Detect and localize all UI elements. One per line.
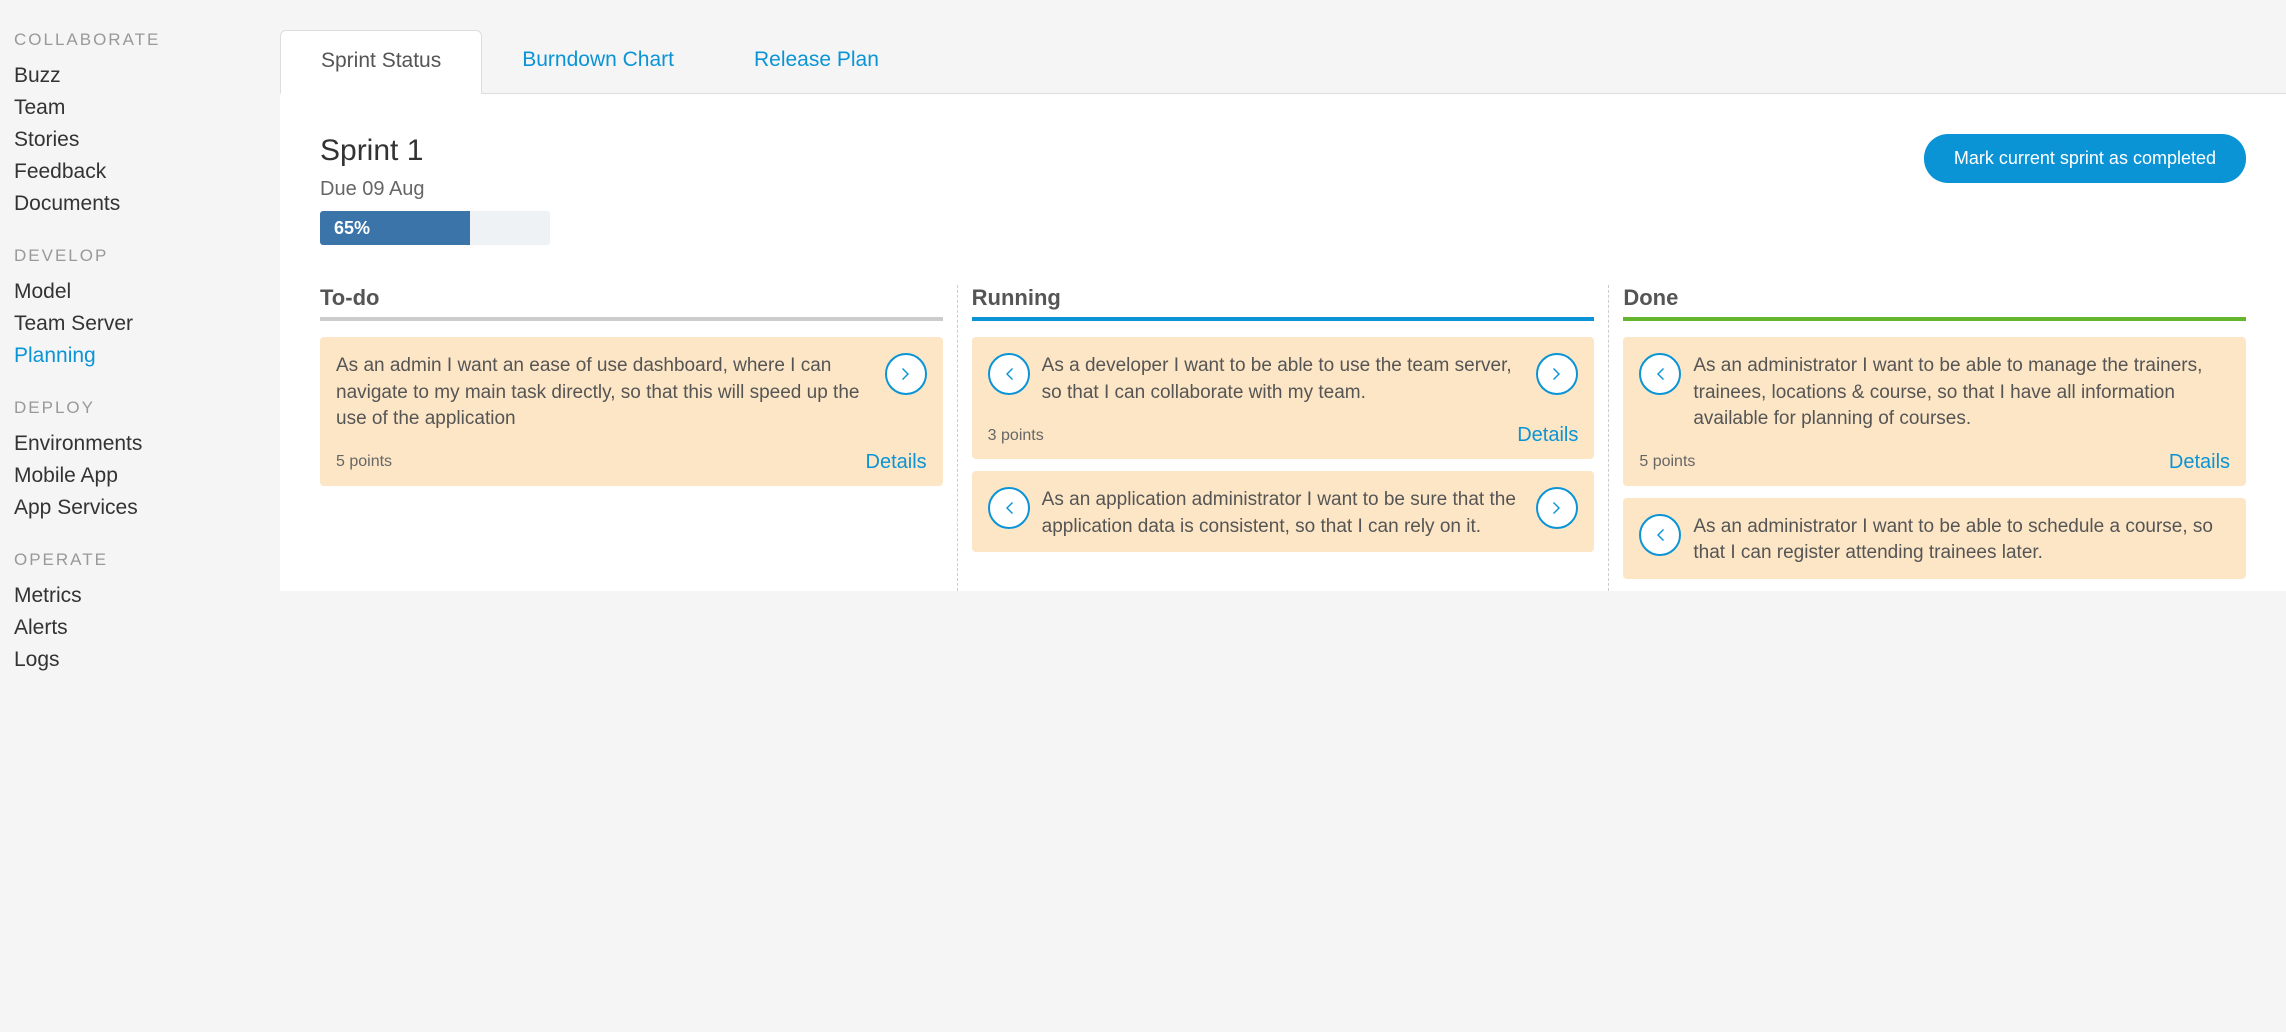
card-top: As a developer I want to be able to use …: [988, 353, 1579, 406]
sidebar-item-app-services[interactable]: App Services: [14, 492, 280, 524]
move-left-button[interactable]: [988, 353, 1030, 395]
sidebar-item-metrics[interactable]: Metrics: [14, 580, 280, 612]
sidebar-item-alerts[interactable]: Alerts: [14, 612, 280, 644]
details-link[interactable]: Details: [2169, 451, 2230, 474]
story-text: As an administrator I want to be able to…: [1693, 353, 2230, 433]
sidebar-section: DEPLOY EnvironmentsMobile AppApp Services: [14, 398, 280, 524]
sidebar-section-title: DEVELOP: [14, 246, 280, 266]
chevron-left-icon: [1654, 367, 1666, 381]
details-link[interactable]: Details: [1517, 424, 1578, 447]
move-left-button[interactable]: [988, 487, 1030, 529]
card-top: As an administrator I want to be able to…: [1639, 514, 2230, 567]
sidebar-section: OPERATE MetricsAlertsLogs: [14, 550, 280, 676]
story-text: As an admin I want an ease of use dashbo…: [336, 353, 873, 433]
tab-release-plan[interactable]: Release Plan: [714, 30, 919, 93]
column-title: Running: [972, 285, 1595, 321]
story-text: As an administrator I want to be able to…: [1693, 514, 2230, 567]
sprint-header: Sprint 1 Due 09 Aug 65% Mark current spr…: [320, 134, 2246, 245]
column-running: Running As a developer I want to be able …: [958, 285, 1610, 591]
move-left-button[interactable]: [1639, 353, 1681, 395]
sidebar-item-feedback[interactable]: Feedback: [14, 156, 280, 188]
story-card[interactable]: As an admin I want an ease of use dashbo…: [320, 337, 943, 486]
story-points: 3 points: [988, 427, 1044, 445]
column-done: Done As an administrator I want to be abl…: [1609, 285, 2246, 591]
story-text: As a developer I want to be able to use …: [1042, 353, 1525, 406]
sidebar-item-model[interactable]: Model: [14, 276, 280, 308]
content: Sprint 1 Due 09 Aug 65% Mark current spr…: [280, 94, 2286, 591]
sidebar-section-title: DEPLOY: [14, 398, 280, 418]
story-points: 5 points: [1639, 453, 1695, 471]
progress-bar-fill: 65%: [320, 211, 470, 245]
sidebar: COLLABORATE BuzzTeamStoriesFeedbackDocume…: [0, 0, 280, 1032]
card-top: As an administrator I want to be able to…: [1639, 353, 2230, 433]
sidebar-item-mobile-app[interactable]: Mobile App: [14, 460, 280, 492]
story-card[interactable]: As an administrator I want to be able to…: [1623, 337, 2246, 486]
column-to-do: To-do As an admin I want an ease of use d…: [320, 285, 958, 591]
chevron-left-icon: [1003, 367, 1015, 381]
story-card[interactable]: As a developer I want to be able to use …: [972, 337, 1595, 459]
mark-complete-button[interactable]: Mark current sprint as completed: [1924, 134, 2246, 183]
sidebar-item-environments[interactable]: Environments: [14, 428, 280, 460]
card-footer: 5 points Details: [336, 451, 927, 474]
chevron-left-icon: [1654, 528, 1666, 542]
board: To-do As an admin I want an ease of use d…: [320, 285, 2246, 591]
sidebar-item-buzz[interactable]: Buzz: [14, 60, 280, 92]
story-card[interactable]: As an application administrator I want t…: [972, 471, 1595, 552]
sprint-due: Due 09 Aug: [320, 178, 550, 201]
column-title: Done: [1623, 285, 2246, 321]
sidebar-item-planning[interactable]: Planning: [14, 340, 280, 372]
card-top: As an application administrator I want t…: [988, 487, 1579, 540]
chevron-right-icon: [900, 367, 912, 381]
sidebar-section-title: COLLABORATE: [14, 30, 280, 50]
sidebar-item-stories[interactable]: Stories: [14, 124, 280, 156]
card-top: As an admin I want an ease of use dashbo…: [336, 353, 927, 433]
chevron-right-icon: [1551, 501, 1563, 515]
card-footer: 5 points Details: [1639, 451, 2230, 474]
tab-burndown-chart[interactable]: Burndown Chart: [482, 30, 714, 93]
sprint-title: Sprint 1: [320, 134, 550, 168]
sidebar-item-documents[interactable]: Documents: [14, 188, 280, 220]
move-left-button[interactable]: [1639, 514, 1681, 556]
story-card[interactable]: As an administrator I want to be able to…: [1623, 498, 2246, 579]
sidebar-section-title: OPERATE: [14, 550, 280, 570]
move-right-button[interactable]: [1536, 487, 1578, 529]
progress-bar: 65%: [320, 211, 550, 245]
chevron-right-icon: [1551, 367, 1563, 381]
tab-sprint-status[interactable]: Sprint Status: [280, 30, 482, 94]
move-right-button[interactable]: [1536, 353, 1578, 395]
story-points: 5 points: [336, 453, 392, 471]
sidebar-item-logs[interactable]: Logs: [14, 644, 280, 676]
card-footer: 3 points Details: [988, 424, 1579, 447]
details-link[interactable]: Details: [866, 451, 927, 474]
chevron-left-icon: [1003, 501, 1015, 515]
tabs: Sprint StatusBurndown ChartRelease Plan: [280, 0, 2286, 94]
column-title: To-do: [320, 285, 943, 321]
sidebar-item-team[interactable]: Team: [14, 92, 280, 124]
move-right-button[interactable]: [885, 353, 927, 395]
sidebar-section: COLLABORATE BuzzTeamStoriesFeedbackDocume…: [14, 30, 280, 220]
main: Sprint StatusBurndown ChartRelease Plan …: [280, 0, 2286, 1032]
story-text: As an application administrator I want t…: [1042, 487, 1525, 540]
sidebar-section: DEVELOP ModelTeam ServerPlanning: [14, 246, 280, 372]
sidebar-item-team-server[interactable]: Team Server: [14, 308, 280, 340]
sprint-info: Sprint 1 Due 09 Aug 65%: [320, 134, 550, 245]
